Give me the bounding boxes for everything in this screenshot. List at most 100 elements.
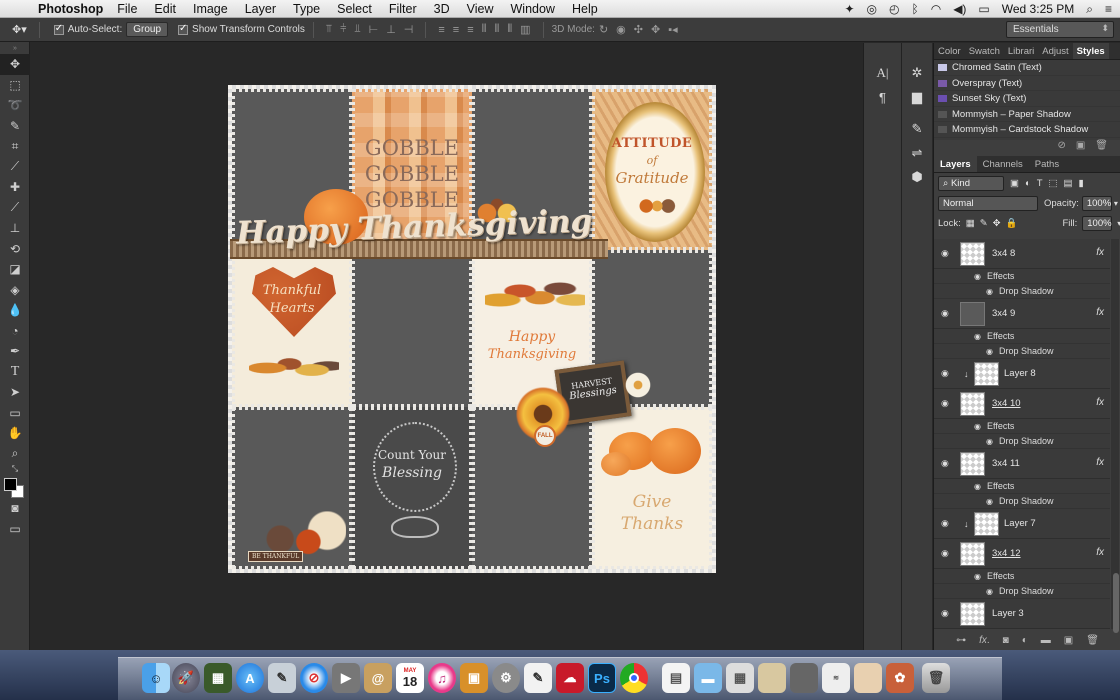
clear-style-icon[interactable]: ⊘ bbox=[1057, 140, 1065, 154]
opacity-input[interactable]: 100% bbox=[1081, 195, 1112, 211]
quick-mask-icon[interactable]: ◙ bbox=[0, 498, 30, 519]
trash-icon[interactable]: 🗑 bbox=[922, 663, 950, 693]
document-area[interactable]: GOBBLE GOBBLE GOBBLE ATTITUDE of Gratitu… bbox=[31, 43, 863, 650]
layer-row[interactable]: ◉ 3x4 10 fx bbox=[934, 389, 1110, 419]
effects-row[interactable]: ◉ Effects bbox=[934, 479, 1110, 494]
delete-style-icon[interactable]: 🗑 bbox=[1095, 140, 1108, 154]
layer-name[interactable]: Layer 8 bbox=[1004, 368, 1036, 379]
contacts-icon[interactable]: @ bbox=[364, 663, 392, 693]
navigator-panel-icon[interactable]: ✲ bbox=[902, 61, 932, 85]
eyedropper-tool-icon[interactable]: ⟋ bbox=[0, 157, 30, 178]
swap-colors-icon[interactable]: ⤡ bbox=[0, 464, 30, 474]
menu-view[interactable]: View bbox=[467, 2, 494, 16]
3d-orbit-icon[interactable]: ↻ bbox=[599, 23, 608, 36]
filter-toggle-icon[interactable]: ▮ bbox=[1079, 178, 1084, 189]
lock-transparent-icon[interactable]: ▦ bbox=[966, 218, 975, 229]
new-layer-icon[interactable]: ▣ bbox=[1064, 635, 1073, 646]
effects-row[interactable]: ◉ Effects bbox=[934, 569, 1110, 584]
filter-shape-icon[interactable]: ⬚ bbox=[1049, 178, 1058, 189]
folder-icon[interactable]: ▬ bbox=[694, 663, 722, 693]
align-right-icon[interactable]: ⊣ bbox=[404, 23, 414, 36]
effects-row[interactable]: ◉ Effects bbox=[934, 329, 1110, 344]
facetime-icon[interactable]: ▶ bbox=[332, 663, 360, 693]
filter-pixel-icon[interactable]: ▣ bbox=[1010, 178, 1019, 189]
distribute-right-icon[interactable]: ⦀ bbox=[507, 23, 512, 36]
style-item[interactable]: Sunset Sky (Text) bbox=[934, 91, 1120, 107]
menu-edit[interactable]: Edit bbox=[154, 2, 176, 16]
visibility-eye-icon[interactable]: ◉ bbox=[941, 458, 949, 469]
drop-shadow-row[interactable]: ◉ Drop Shadow bbox=[934, 584, 1110, 599]
3d-slide-icon[interactable]: ✥ bbox=[651, 23, 660, 36]
layer-filter-kind[interactable]: ⌕ Kind bbox=[938, 175, 1004, 191]
image-thumbnail-icon[interactable] bbox=[758, 663, 786, 693]
align-left-icon[interactable]: ⊢ bbox=[369, 23, 379, 36]
drop-shadow-eye-icon[interactable]: ◉ bbox=[986, 437, 993, 446]
drop-shadow-row[interactable]: ◉ Drop Shadow bbox=[934, 434, 1110, 449]
layer-name[interactable]: 3x4 8 bbox=[992, 248, 1015, 259]
distribute-bottom-icon[interactable]: ≡ bbox=[467, 24, 473, 36]
new-group-icon[interactable]: ▬ bbox=[1041, 635, 1051, 646]
3d-drag-icon[interactable]: ✣ bbox=[634, 23, 643, 36]
align-hcenter-icon[interactable]: ⊥ bbox=[386, 23, 396, 36]
layers-scrollbar[interactable] bbox=[1111, 239, 1119, 629]
fill-input[interactable]: 100% bbox=[1082, 215, 1113, 231]
menu-3d[interactable]: 3D bbox=[434, 2, 450, 16]
fx-icon[interactable]: fx bbox=[1096, 547, 1104, 558]
effects-eye-icon[interactable]: ◉ bbox=[974, 482, 981, 491]
tab-libraries[interactable]: Librari bbox=[1004, 43, 1038, 59]
layer-row[interactable]: ◉ 3x4 12 fx bbox=[934, 539, 1110, 569]
drop-shadow-eye-icon[interactable]: ◉ bbox=[986, 287, 993, 296]
menu-type[interactable]: Type bbox=[293, 2, 320, 16]
app-store-icon[interactable]: A bbox=[236, 663, 264, 693]
lock-all-icon[interactable]: 🔒 bbox=[1006, 218, 1018, 229]
iphoto-icon[interactable]: ▣ bbox=[460, 663, 488, 693]
menu-window[interactable]: Window bbox=[511, 2, 555, 16]
effects-eye-icon[interactable]: ◉ bbox=[974, 272, 981, 281]
filter-smart-object-icon[interactable]: ▤ bbox=[1064, 178, 1073, 189]
blend-mode-dropdown[interactable]: Normal bbox=[938, 195, 1038, 211]
notification-center-icon[interactable]: ≡ bbox=[1105, 2, 1112, 16]
opacity-dropdown-icon[interactable]: ▾ bbox=[1114, 199, 1118, 208]
tab-color[interactable]: Color bbox=[934, 43, 965, 59]
brush-panel-icon[interactable]: ✎ bbox=[902, 117, 932, 141]
sync-icon[interactable]: ◴ bbox=[889, 2, 899, 16]
fx-icon[interactable]: fx bbox=[1096, 247, 1104, 258]
layer-row[interactable]: ◉ ↓ Layer 7 bbox=[934, 509, 1110, 539]
drop-shadow-row[interactable]: ◉ Drop Shadow bbox=[934, 344, 1110, 359]
distribute-hcenter-icon[interactable]: ⦀ bbox=[494, 23, 499, 36]
histogram-panel-icon[interactable]: ▆ bbox=[902, 85, 932, 109]
layer-row[interactable]: ◉ 3x4 8 fx bbox=[934, 239, 1110, 269]
visibility-eye-icon[interactable]: ◉ bbox=[941, 518, 949, 529]
photos-icon[interactable]: ▦ bbox=[204, 663, 232, 693]
effects-eye-icon[interactable]: ◉ bbox=[974, 572, 981, 581]
align-top-icon[interactable]: ⫪ bbox=[326, 23, 332, 36]
3d-scale-icon[interactable]: ▪◂ bbox=[668, 23, 677, 36]
lock-position-icon[interactable]: ✥ bbox=[993, 218, 1001, 229]
textedit-icon[interactable]: ✎ bbox=[524, 663, 552, 693]
lasso-tool-icon[interactable]: ➰ bbox=[0, 95, 30, 116]
layer-row[interactable]: ◉ 3x4 11 fx bbox=[934, 449, 1110, 479]
style-item[interactable]: Chromed Satin (Text) bbox=[934, 60, 1120, 76]
history-brush-tool-icon[interactable]: ⟲ bbox=[0, 239, 30, 260]
menu-file[interactable]: File bbox=[117, 2, 137, 16]
fx-icon[interactable]: fx bbox=[1096, 307, 1104, 318]
drop-shadow-eye-icon[interactable]: ◉ bbox=[986, 347, 993, 356]
clone-stamp-tool-icon[interactable]: ⊥ bbox=[0, 218, 30, 239]
image-thumbnail-icon[interactable]: ≋ bbox=[822, 663, 850, 693]
visibility-eye-icon[interactable]: ◉ bbox=[941, 308, 949, 319]
auto-select-checkbox[interactable] bbox=[53, 23, 64, 35]
brush-tool-icon[interactable]: ⟋ bbox=[0, 198, 30, 219]
tab-styles[interactable]: Styles bbox=[1072, 43, 1109, 59]
style-item[interactable]: Mommyish – Paper Shadow bbox=[934, 107, 1120, 122]
fx-icon[interactable]: fx bbox=[1096, 457, 1104, 468]
layer-name[interactable]: Layer 3 bbox=[992, 608, 1024, 619]
effects-eye-icon[interactable]: ◉ bbox=[974, 422, 981, 431]
add-style-icon[interactable]: fx. bbox=[979, 635, 990, 646]
drop-shadow-eye-icon[interactable]: ◉ bbox=[986, 587, 993, 596]
drop-shadow-row[interactable]: ◉ Drop Shadow bbox=[934, 284, 1110, 299]
menu-filter[interactable]: Filter bbox=[389, 2, 417, 16]
visibility-eye-icon[interactable]: ◉ bbox=[941, 248, 949, 259]
blur-tool-icon[interactable]: 💧 bbox=[0, 300, 30, 321]
paint-bucket-tool-icon[interactable]: ◈ bbox=[0, 280, 30, 301]
calendar-icon[interactable]: MAY 18 bbox=[396, 663, 424, 693]
